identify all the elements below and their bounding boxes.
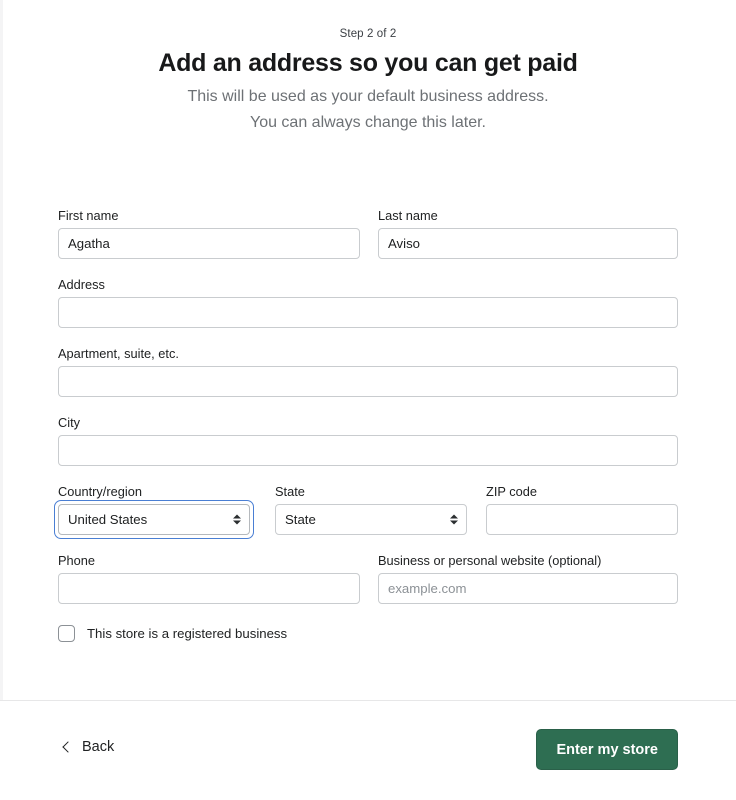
phone-website-row: Phone Business or personal website (opti… [58, 552, 678, 604]
apartment-field: Apartment, suite, etc. [58, 345, 678, 397]
page-left-edge [0, 0, 3, 800]
country-select-value: United States [58, 504, 250, 535]
city-field: City [58, 414, 678, 466]
phone-field: Phone [58, 552, 360, 604]
page-title: Add an address so you can get paid [158, 49, 578, 77]
address-field: Address [58, 276, 678, 328]
registered-business-row[interactable]: This store is a registered business [58, 625, 678, 642]
address-label: Address [58, 277, 105, 292]
address-form: First name Agatha Last name Aviso Addres… [54, 207, 678, 642]
phone-input[interactable] [58, 573, 360, 604]
zip-input[interactable] [486, 504, 678, 535]
website-label: Business or personal website (optional) [378, 553, 602, 568]
onboarding-address-page: Step 2 of 2 Add an address so you can ge… [0, 0, 736, 800]
first-name-field: First name Agatha [58, 207, 360, 259]
first-name-label: First name [58, 208, 119, 223]
step-indicator: Step 2 of 2 [339, 28, 397, 40]
website-field: Business or personal website (optional) … [378, 552, 678, 604]
last-name-label: Last name [378, 208, 438, 223]
page-header: Step 2 of 2 Add an address so you can ge… [0, 0, 736, 136]
state-label: State [275, 484, 305, 499]
page-subtitle-line-2: You can always change this later. [249, 114, 486, 131]
apartment-input[interactable] [58, 366, 678, 397]
last-name-field: Last name Aviso [378, 207, 678, 259]
zip-field: ZIP code [486, 483, 678, 535]
website-input[interactable]: example.com [378, 573, 678, 604]
address-input[interactable] [58, 297, 678, 328]
country-label: Country/region [58, 484, 142, 499]
state-select[interactable]: State [275, 504, 467, 535]
back-button-label: Back [82, 739, 115, 755]
city-label: City [58, 415, 81, 430]
phone-label: Phone [58, 553, 96, 568]
first-name-input[interactable]: Agatha [58, 228, 360, 259]
registered-business-checkbox[interactable] [58, 625, 75, 642]
chevron-left-icon [62, 741, 74, 753]
state-field: State State [275, 483, 467, 535]
country-state-zip-row: Country/region United States State State [54, 483, 678, 539]
last-name-input[interactable]: Aviso [378, 228, 678, 259]
back-button[interactable]: Back [62, 735, 116, 759]
state-select-value: State [275, 504, 467, 535]
page-subtitle: This will be used as your default busine… [0, 84, 736, 136]
registered-business-label: This store is a registered business [87, 626, 288, 641]
apartment-label: Apartment, suite, etc. [58, 346, 179, 361]
name-row: First name Agatha Last name Aviso [58, 207, 678, 259]
country-field: Country/region United States [54, 483, 254, 539]
zip-label: ZIP code [486, 484, 537, 499]
page-subtitle-line-1: This will be used as your default busine… [187, 88, 549, 105]
city-input[interactable] [58, 435, 678, 466]
enter-my-store-button[interactable]: Enter my store [536, 729, 678, 770]
country-select[interactable]: United States [54, 500, 254, 539]
